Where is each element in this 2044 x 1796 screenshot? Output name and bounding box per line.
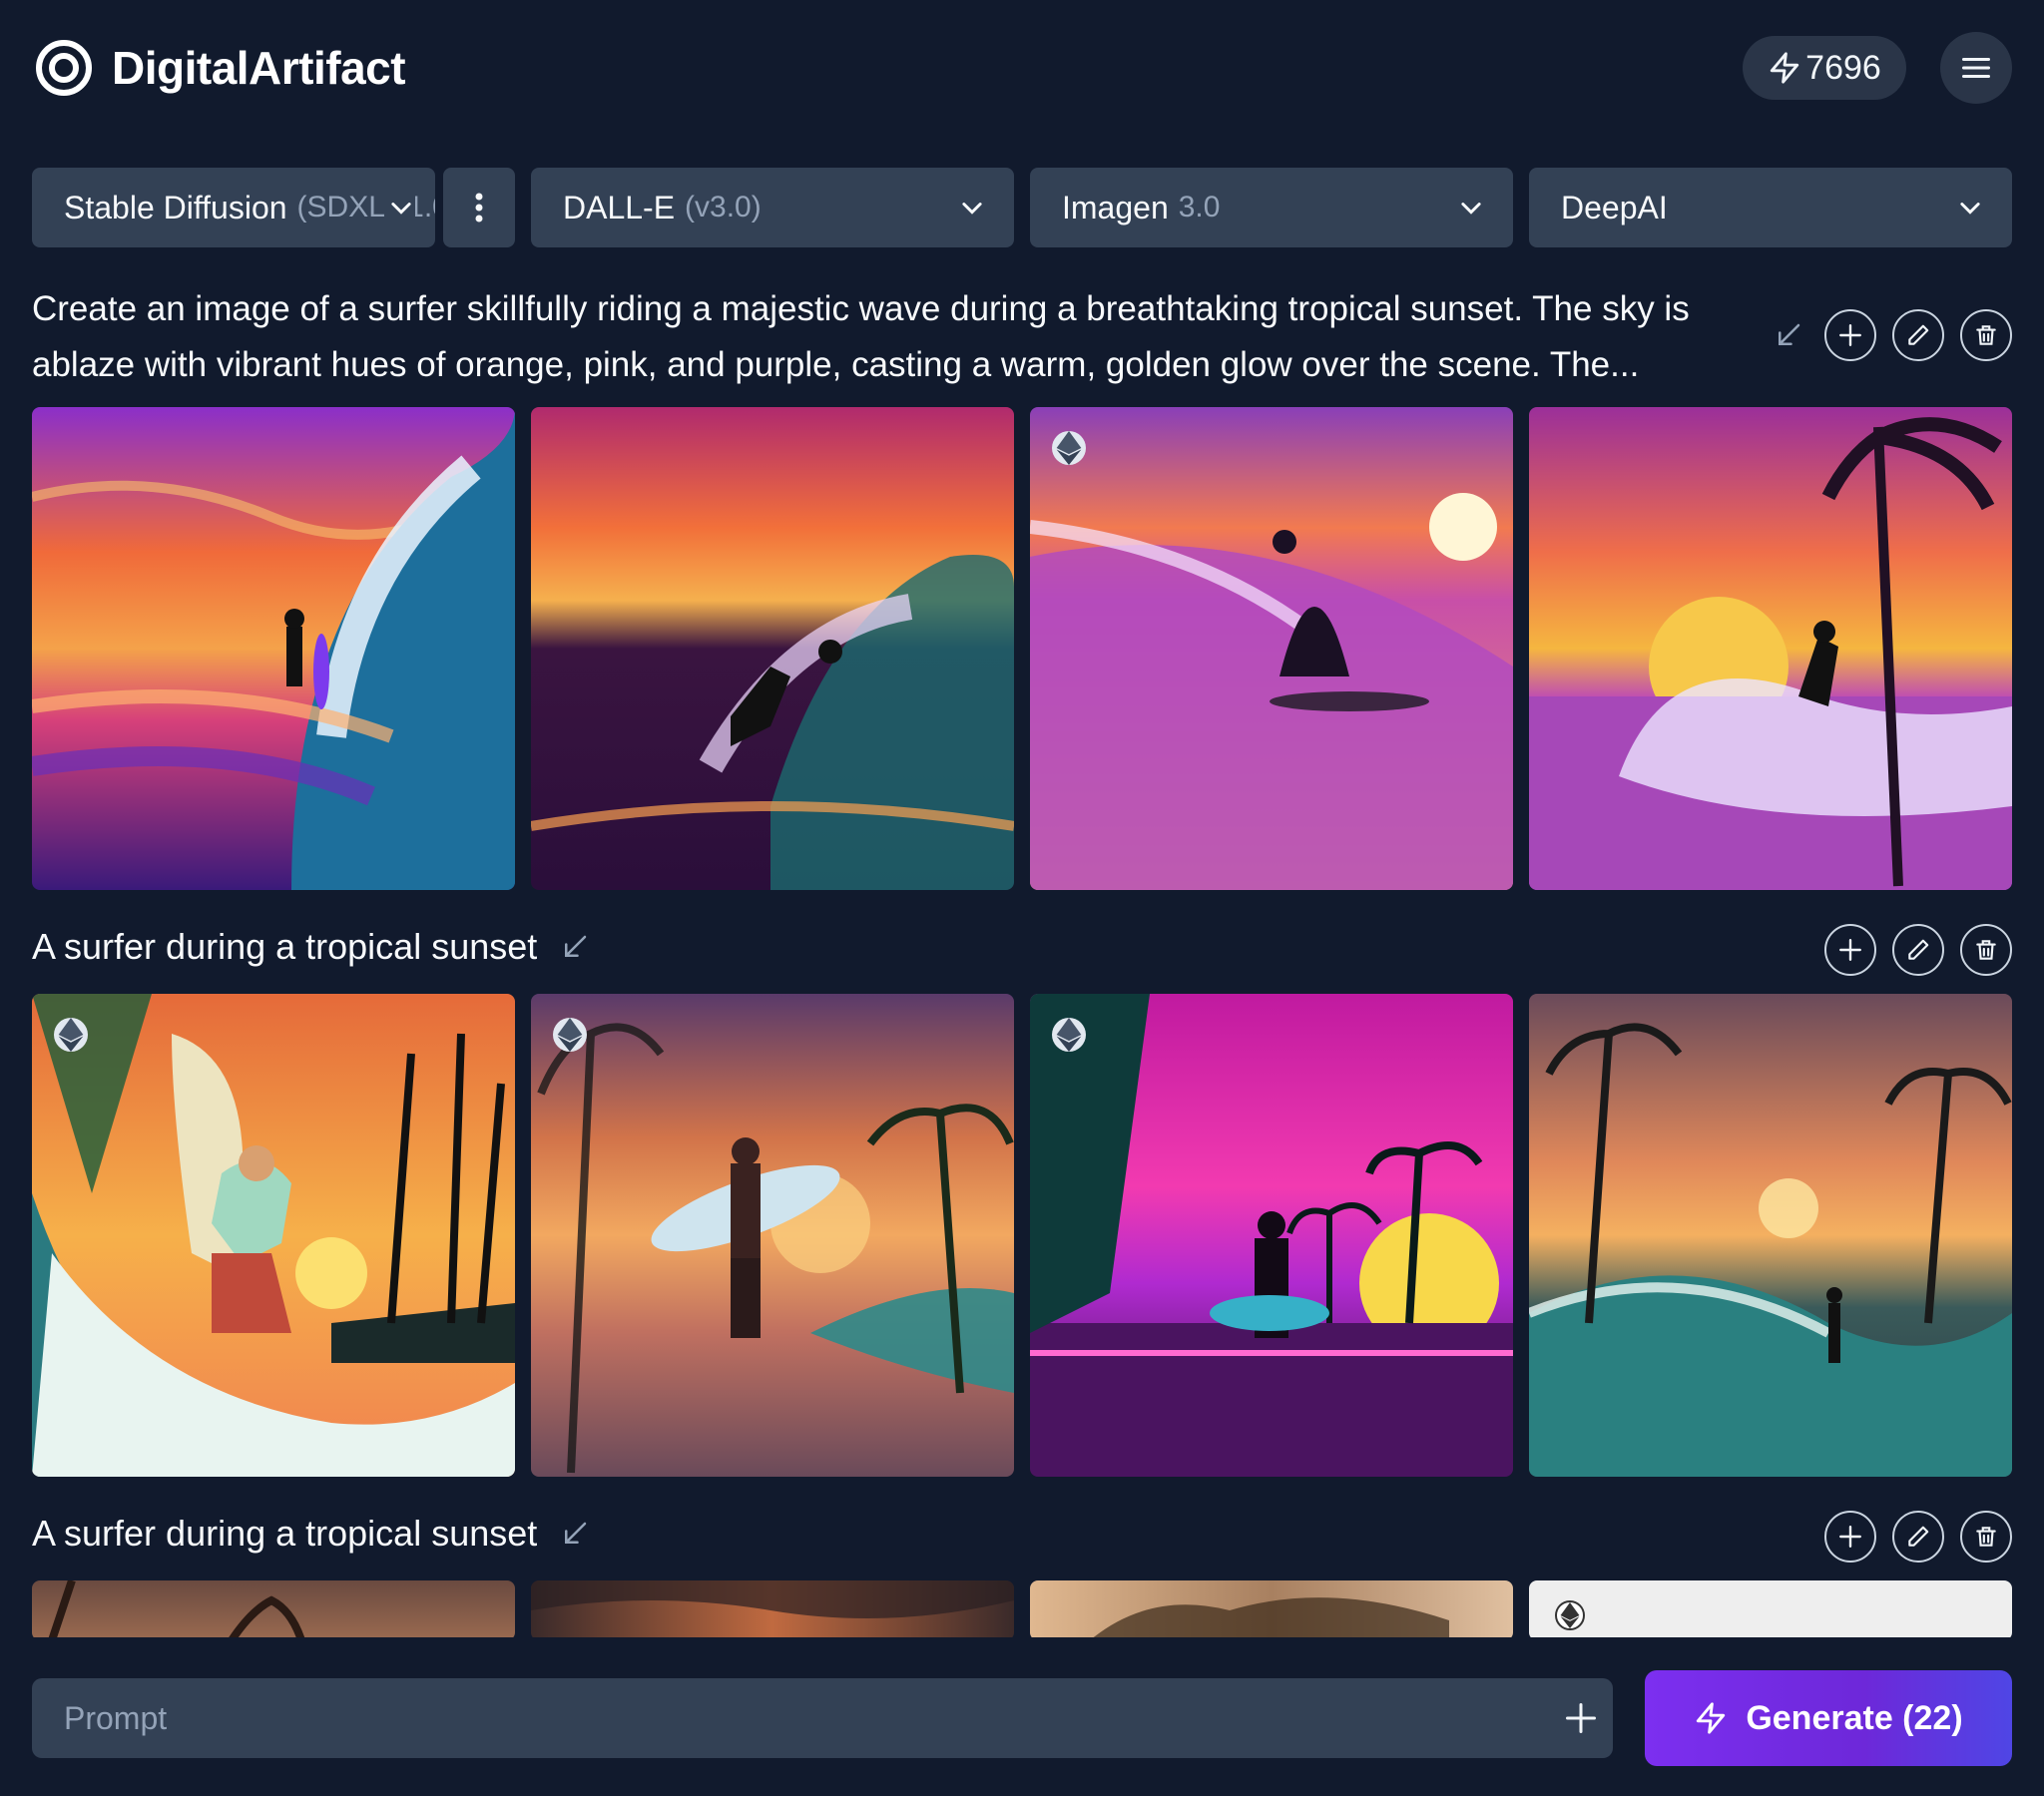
edit-button[interactable]	[1892, 309, 1944, 361]
model-name: Stable Diffusion	[64, 189, 287, 225]
model-name: Imagen	[1062, 189, 1169, 225]
model-select-imagen[interactable]: Imagen 3.0	[1030, 168, 1513, 247]
credits-badge[interactable]: 7696	[1743, 36, 1906, 100]
add-button[interactable]	[1824, 924, 1876, 976]
section-title: A surfer during a tropical sunset	[32, 926, 595, 968]
pencil-icon	[1908, 324, 1929, 345]
edit-button[interactable]	[1892, 1511, 1944, 1563]
add-button[interactable]	[1824, 1511, 1876, 1563]
model-name: DeepAI	[1561, 189, 1668, 225]
section-actions	[1824, 924, 2012, 976]
model-select-dalle[interactable]: DALL-E (v3.0)	[531, 168, 1014, 247]
lightning-icon	[1771, 52, 1799, 84]
delete-button[interactable]	[1960, 1511, 2012, 1563]
delete-button[interactable]	[1960, 309, 2012, 361]
section-prompt-text: Create an image of a surfer skillfully r…	[32, 289, 1690, 384]
generated-image[interactable]	[1030, 994, 1513, 1477]
generated-image[interactable]	[1529, 1580, 2012, 1637]
collapse-arrow-icon[interactable]	[1769, 315, 1808, 355]
model-select-deepai[interactable]: DeepAI	[1529, 168, 2012, 247]
model-select-stable-diffusion[interactable]: Stable Diffusion (SDXL v1.0)	[32, 168, 435, 247]
hamburger-menu-icon	[1962, 58, 1990, 78]
trash-icon	[1976, 940, 1996, 960]
ethereum-icon	[54, 1018, 88, 1052]
ethereum-icon	[1052, 1018, 1086, 1052]
prompt-input[interactable]	[32, 1678, 1613, 1758]
collapse-arrow-icon[interactable]	[555, 1514, 595, 1554]
chevron-down-icon	[1960, 203, 1980, 215]
plus-icon	[1839, 939, 1861, 961]
add-button[interactable]	[1824, 309, 1876, 361]
generated-image[interactable]	[1030, 1580, 1513, 1637]
model-version: 3.0	[1178, 191, 1221, 224]
generated-image[interactable]	[531, 407, 1014, 890]
generated-image[interactable]	[1529, 407, 2012, 890]
image-grid	[32, 1580, 2012, 1637]
chevron-down-icon	[387, 194, 415, 222]
section-actions	[1769, 309, 2012, 361]
generated-image[interactable]	[32, 1580, 515, 1637]
section-title: A surfer during a tropical sunset	[32, 1513, 595, 1555]
plus-icon	[1839, 1526, 1861, 1548]
model-name: DALL-E	[563, 189, 676, 225]
delete-button[interactable]	[1960, 924, 2012, 976]
plus-icon	[1839, 324, 1861, 346]
pencil-icon	[1908, 939, 1929, 960]
plus-icon[interactable]	[1563, 1700, 1599, 1736]
image-grid	[32, 994, 2012, 1477]
chevron-down-icon	[962, 203, 982, 215]
generate-button[interactable]: Generate (22)	[1645, 1670, 2012, 1766]
model-selector-row: Stable Diffusion (SDXL v1.0) DALL-E (v3.…	[32, 168, 2012, 247]
app-name: DigitalArtifact	[112, 42, 406, 94]
app-logo[interactable]: DigitalArtifact	[36, 40, 406, 96]
ethereum-icon	[553, 1018, 587, 1052]
app-header: DigitalArtifact 7696	[32, 32, 2012, 104]
generate-label: Generate (22)	[1746, 1698, 1963, 1737]
menu-button[interactable]	[1940, 32, 2012, 104]
generated-image[interactable]	[1529, 994, 2012, 1477]
generated-image[interactable]	[1030, 407, 1513, 890]
generated-image[interactable]	[32, 407, 515, 890]
more-vertical-icon	[475, 193, 483, 223]
generated-image[interactable]	[32, 994, 515, 1477]
lightning-icon	[1697, 1702, 1726, 1734]
trash-icon	[1976, 325, 1996, 345]
section-actions	[1824, 1511, 2012, 1563]
logo-icon	[36, 40, 92, 96]
collapse-arrow-icon[interactable]	[555, 927, 595, 967]
generated-image[interactable]	[531, 994, 1014, 1477]
model-version: (v3.0)	[685, 191, 762, 224]
trash-icon	[1976, 1527, 1996, 1547]
section-prompt-text: A surfer during a tropical sunset	[32, 926, 538, 967]
chevron-down-icon	[1461, 203, 1481, 215]
pencil-icon	[1908, 1526, 1929, 1547]
generated-image[interactable]	[531, 1580, 1014, 1637]
ethereum-icon	[1052, 431, 1086, 465]
model-options-button[interactable]	[443, 168, 515, 247]
credits-count: 7696	[1805, 48, 1881, 87]
ethereum-icon	[1555, 1600, 1585, 1630]
image-grid	[32, 407, 2012, 890]
section-prompt-text: A surfer during a tropical sunset	[32, 1513, 538, 1554]
edit-button[interactable]	[1892, 924, 1944, 976]
